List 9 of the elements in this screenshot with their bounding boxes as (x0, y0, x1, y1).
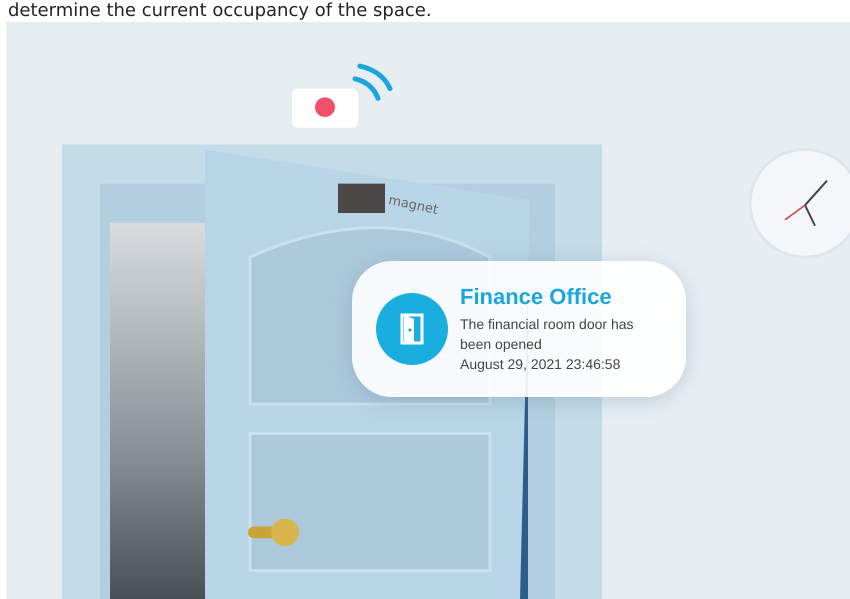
notification-title: Finance Office (460, 284, 613, 310)
magnet-drawing (338, 184, 385, 214)
notification-message: The financial room door has been opened (460, 315, 635, 354)
door-icon (376, 293, 448, 365)
intro-text: determine the current occupancy of the space. (7, 0, 433, 22)
magnet-label: magnet (387, 192, 440, 218)
door-sensor-drawing (292, 88, 358, 128)
notification-time: August 29, 2021 23:46:58 (460, 355, 622, 374)
wireless-signal-icon (352, 64, 392, 101)
